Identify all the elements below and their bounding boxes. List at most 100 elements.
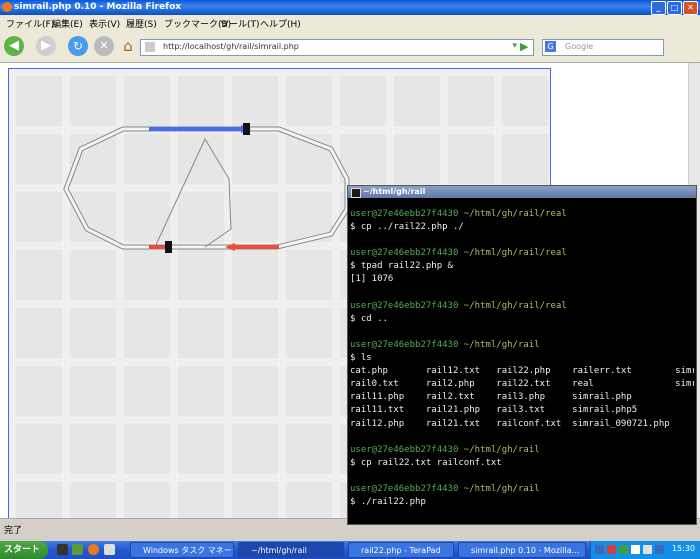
grid-cell[interactable] [446, 74, 496, 128]
menu-help[interactable]: ヘルプ(H) [260, 17, 301, 30]
grid-cell[interactable] [392, 132, 442, 186]
grid-cell[interactable] [176, 248, 226, 302]
grid-cell[interactable] [284, 364, 334, 418]
grid-cell[interactable] [14, 132, 64, 186]
menu-edit[interactable]: 編集(E) [52, 17, 83, 30]
menu-history[interactable]: 履歴(S) [126, 17, 157, 30]
grid-cell[interactable] [68, 306, 118, 360]
grid-cell[interactable] [230, 422, 280, 476]
grid-cell[interactable] [230, 306, 280, 360]
grid-cell[interactable] [230, 190, 280, 244]
grid-cell[interactable] [176, 364, 226, 418]
grid-cell[interactable] [14, 480, 64, 518]
forward-button[interactable]: ▶ [36, 36, 56, 56]
task-task-manager[interactable]: Windows タスク マネージャ [130, 542, 234, 558]
tray-icon[interactable] [631, 545, 640, 554]
close-button[interactable]: ✕ [683, 1, 698, 15]
menu-bar: ファイル(F) 編集(E) 表示(V) 履歴(S) ブックマーク(B) ツール(… [0, 15, 700, 30]
go-button[interactable]: ▶ [520, 40, 528, 53]
grid-cell[interactable] [122, 422, 172, 476]
quicklaunch-icon[interactable] [72, 544, 83, 555]
quicklaunch-icon[interactable] [104, 544, 115, 555]
grid-cell[interactable] [500, 74, 550, 128]
grid-cell[interactable] [14, 422, 64, 476]
terminal-window[interactable]: ~/html/gh/rail user@27e46ebb27f4430 ~/ht… [347, 185, 697, 525]
grid-cell[interactable] [122, 190, 172, 244]
signal-icon [165, 241, 172, 253]
grid-cell[interactable] [122, 306, 172, 360]
reload-button[interactable]: ↻ [68, 36, 88, 56]
stop-button[interactable]: ✕ [94, 36, 114, 56]
tray-icon[interactable] [607, 545, 616, 554]
grid-cell[interactable] [230, 74, 280, 128]
cmd-icon[interactable] [57, 544, 68, 555]
url-bar[interactable]: http://localhost/gh/rail/simrail.php ▾ [140, 39, 534, 56]
grid-cell[interactable] [14, 306, 64, 360]
terminal-line: [1] 1076 [350, 274, 394, 285]
grid-cell[interactable] [68, 74, 118, 128]
grid-cell[interactable] [176, 306, 226, 360]
search-bar[interactable]: G Google [542, 39, 664, 56]
grid-cell[interactable] [122, 248, 172, 302]
grid-cell[interactable] [284, 480, 334, 518]
signal-icon [243, 123, 250, 135]
minimize-button[interactable]: _ [651, 1, 666, 15]
terminal-output[interactable]: user@27e46ebb27f4430 ~/html/gh/rail/real… [350, 208, 694, 508]
maximize-button[interactable]: □ [667, 1, 682, 15]
grid-cell[interactable] [14, 248, 64, 302]
grid-cell[interactable] [230, 364, 280, 418]
menu-file[interactable]: ファイル(F) [6, 17, 54, 30]
window-titlebar[interactable]: simrail.php 0.10 - Mozilla Firefox _ □ ✕ [0, 0, 700, 15]
grid-cell[interactable] [176, 74, 226, 128]
task-terapad[interactable]: rail22.php - TeraPad [348, 542, 454, 558]
grid-cell[interactable] [14, 74, 64, 128]
grid-cell[interactable] [68, 248, 118, 302]
grid-cell[interactable] [122, 364, 172, 418]
menu-view[interactable]: 表示(V) [89, 17, 120, 30]
start-button[interactable]: スタート [0, 541, 48, 559]
task-terminal[interactable]: ~/html/gh/rail [238, 542, 344, 558]
grid-cell[interactable] [68, 190, 118, 244]
grid-cell[interactable] [284, 74, 334, 128]
grid-cell[interactable] [176, 132, 226, 186]
terminal-titlebar[interactable]: ~/html/gh/rail [348, 186, 696, 198]
google-icon[interactable]: G [545, 41, 556, 52]
prompt-user: user@27e46ebb27f4430 [350, 483, 459, 494]
grid-cell[interactable] [176, 480, 226, 518]
grid-cell[interactable] [68, 480, 118, 518]
grid-cell[interactable] [392, 74, 442, 128]
grid-cell[interactable] [122, 480, 172, 518]
grid-cell[interactable] [446, 132, 496, 186]
menu-tools[interactable]: ツール(T) [220, 17, 260, 30]
url-text: http://localhost/gh/rail/simrail.php [163, 42, 299, 51]
grid-cell[interactable] [230, 248, 280, 302]
tray-icon[interactable] [619, 545, 628, 554]
tray-icon[interactable] [643, 545, 652, 554]
grid-cell[interactable] [284, 248, 334, 302]
grid-cell[interactable] [14, 190, 64, 244]
home-button[interactable]: ⌂ [118, 36, 138, 56]
tray-icon[interactable] [595, 545, 604, 554]
grid-cell[interactable] [68, 364, 118, 418]
grid-cell[interactable] [122, 132, 172, 186]
task-firefox[interactable]: simrail.php 0.10 - Mozilla... [458, 542, 586, 558]
grid-cell[interactable] [14, 364, 64, 418]
grid-cell[interactable] [500, 132, 550, 186]
terminal-line: cat.php rail12.txt rail22.php railerr.tx… [350, 366, 694, 377]
grid-cell[interactable] [230, 480, 280, 518]
search-placeholder: Google [565, 42, 594, 51]
back-button[interactable]: ◀ [4, 36, 24, 56]
dropdown-arrow-icon[interactable]: ▾ [512, 41, 517, 51]
grid-cell[interactable] [176, 422, 226, 476]
grid-cell[interactable] [68, 422, 118, 476]
grid-cell[interactable] [230, 132, 280, 186]
grid-cell[interactable] [284, 306, 334, 360]
terminal-line: $ tpad rail22.php & [350, 261, 453, 272]
grid-cell[interactable] [176, 190, 226, 244]
firefox-icon[interactable] [88, 544, 99, 555]
tray-icon[interactable] [655, 545, 664, 554]
grid-cell[interactable] [338, 74, 388, 128]
terminal-line: user@27e46ebb27f4430 ~/html/gh/rail/real [350, 247, 694, 260]
grid-cell[interactable] [284, 422, 334, 476]
grid-cell[interactable] [122, 74, 172, 128]
